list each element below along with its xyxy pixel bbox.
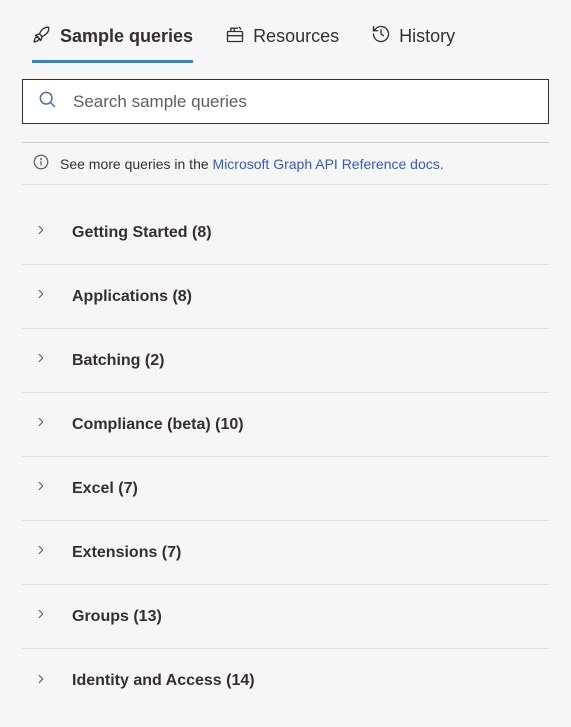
category-label: Identity and Access (14): [72, 672, 255, 690]
category-label: Compliance (beta) (10): [72, 416, 244, 434]
category-row[interactable]: Applications (8): [22, 265, 549, 329]
chevron-right-icon: [34, 607, 48, 626]
chevron-right-icon: [34, 223, 48, 242]
category-label: Applications (8): [72, 288, 192, 306]
tab-sample-queries[interactable]: Sample queries: [32, 24, 193, 61]
resources-icon: [225, 24, 245, 49]
tabs-bar: Sample queries Resources: [22, 8, 549, 61]
category-row[interactable]: Groups (13): [22, 585, 549, 649]
category-row[interactable]: Extensions (7): [22, 521, 549, 585]
search-input[interactable]: [73, 92, 534, 112]
info-icon: [32, 153, 50, 174]
chevron-right-icon: [34, 415, 48, 434]
tab-label: History: [399, 26, 455, 47]
category-label: Extensions (7): [72, 544, 181, 562]
search-icon: [37, 89, 57, 114]
category-row[interactable]: Getting Started (8): [22, 201, 549, 265]
category-label: Getting Started (8): [72, 224, 212, 242]
chevron-right-icon: [34, 479, 48, 498]
info-bar: See more queries in the Microsoft Graph …: [22, 143, 549, 185]
category-row[interactable]: Compliance (beta) (10): [22, 393, 549, 457]
tab-resources[interactable]: Resources: [225, 24, 339, 61]
tab-history[interactable]: History: [371, 24, 455, 61]
category-label: Batching (2): [72, 352, 164, 370]
info-prefix: See more queries in the: [60, 156, 213, 172]
tab-label: Resources: [253, 26, 339, 47]
category-label: Excel (7): [72, 480, 138, 498]
tab-label: Sample queries: [60, 26, 193, 47]
rocket-icon: [32, 24, 52, 49]
chevron-right-icon: [34, 543, 48, 562]
category-row[interactable]: Identity and Access (14): [22, 649, 549, 713]
chevron-right-icon: [34, 287, 48, 306]
category-row[interactable]: Batching (2): [22, 329, 549, 393]
info-text: See more queries in the Microsoft Graph …: [60, 156, 444, 172]
history-icon: [371, 24, 391, 49]
category-label: Groups (13): [72, 608, 162, 626]
info-link[interactable]: Microsoft Graph API Reference docs.: [213, 156, 444, 172]
chevron-right-icon: [34, 351, 48, 370]
chevron-right-icon: [34, 672, 48, 691]
search-box[interactable]: [22, 79, 549, 124]
category-row[interactable]: Excel (7): [22, 457, 549, 521]
category-list: Getting Started (8) Applications (8) Bat…: [22, 201, 549, 713]
